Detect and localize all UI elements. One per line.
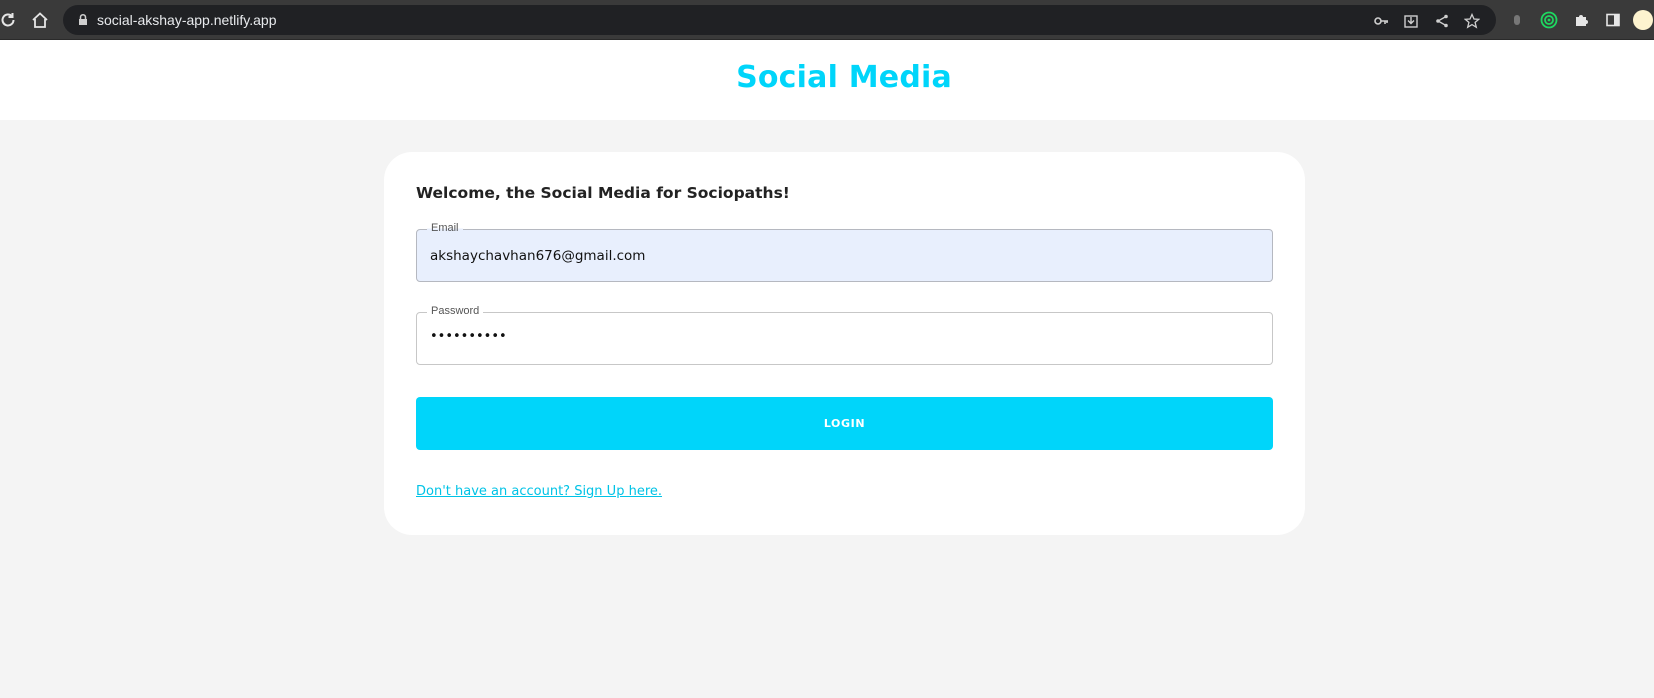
email-field[interactable]: Email akshaychavhan676@gmail.com: [416, 221, 1273, 282]
profile-avatar[interactable]: [1632, 9, 1654, 31]
key-icon[interactable]: [1372, 12, 1390, 30]
password-field[interactable]: Password ••••••••••: [416, 304, 1273, 365]
url-text[interactable]: social-akshay-app.netlify.app: [97, 12, 277, 28]
extension-target-icon[interactable]: [1538, 9, 1560, 31]
login-button[interactable]: LOGIN: [416, 397, 1273, 450]
reload-icon[interactable]: [0, 8, 20, 32]
welcome-heading: Welcome, the Social Media for Sociopaths…: [416, 184, 790, 202]
password-label: Password: [427, 304, 484, 318]
email-label: Email: [427, 221, 463, 235]
app-header: Social Media: [0, 40, 1654, 120]
password-value[interactable]: ••••••••••: [430, 329, 507, 344]
lock-icon[interactable]: [75, 12, 91, 28]
share-icon[interactable]: [1433, 12, 1451, 30]
home-icon[interactable]: [28, 8, 52, 32]
puzzle-icon[interactable]: [1570, 9, 1592, 31]
signup-link[interactable]: Don't have an account? Sign Up here.: [416, 484, 662, 499]
browser-toolbar: social-akshay-app.netlify.app: [0, 0, 1654, 40]
install-icon[interactable]: [1402, 12, 1420, 30]
email-value[interactable]: akshaychavhan676@gmail.com: [430, 248, 645, 264]
app-title[interactable]: Social Media: [0, 60, 1654, 95]
login-card: Welcome, the Social Media for Sociopaths…: [384, 152, 1305, 535]
side-panel-icon[interactable]: [1602, 9, 1624, 31]
star-icon[interactable]: [1463, 12, 1481, 30]
address-bar[interactable]: social-akshay-app.netlify.app: [63, 5, 1496, 35]
extension-dim-icon[interactable]: [1506, 9, 1528, 31]
